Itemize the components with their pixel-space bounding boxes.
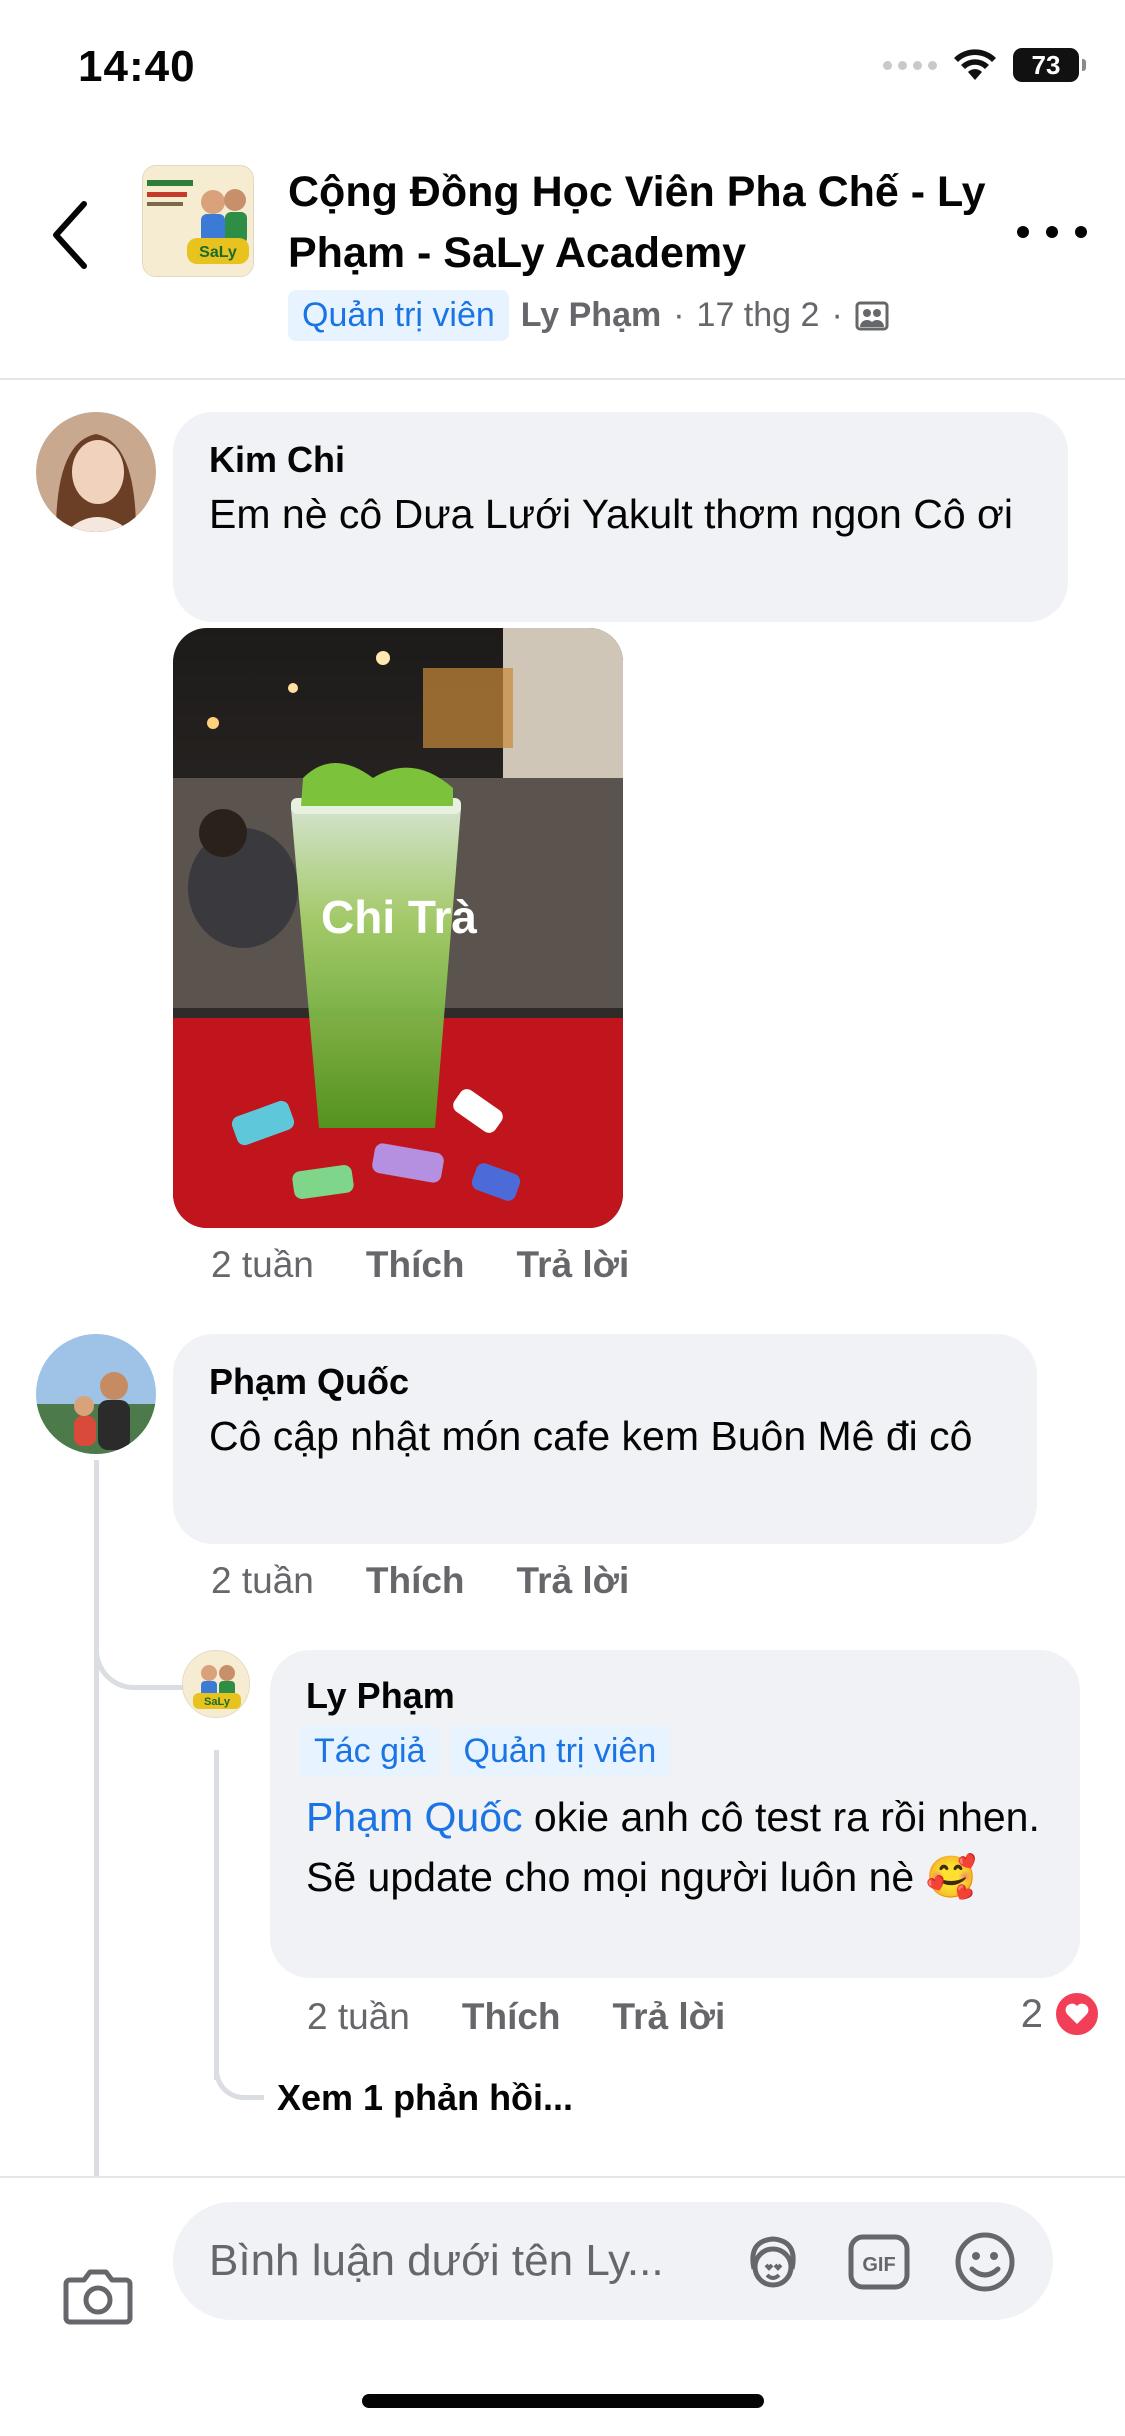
svg-text:GIF: GIF [862,2254,895,2276]
avatar-sticker-icon [750,2236,796,2288]
back-button[interactable] [40,190,100,280]
camera-button[interactable] [60,2258,136,2334]
comment-author[interactable]: Phạm Quốc [209,1358,1001,1406]
post-author[interactable]: Ly Phạm [521,296,661,335]
camera-icon [63,2269,133,2325]
comment-photo[interactable]: Chi Trà [173,628,623,1228]
status-bar: 14:40 73 [0,0,1125,140]
meta-separator: · [831,296,843,334]
reply-button[interactable]: Trả lời [613,1996,726,2038]
post-date[interactable]: 17 thg 2 [697,296,820,335]
svg-text:SaLy: SaLy [204,1696,231,1708]
home-indicator [362,2394,764,2408]
avatar[interactable] [36,412,156,532]
post-meta: Quản trị viên Ly Phạm · 17 thg 2 · [288,290,889,341]
comment-bubble: Phạm Quốc Cô cập nhật món cafe kem Buôn … [173,1334,1037,1544]
meta-separator: · [673,296,685,334]
thread-line [94,1460,99,2180]
comment-bubble: Kim Chi Em nè cô Dưa Lưới Yakult thơm ng… [173,412,1068,622]
post-header: SaLy Cộng Đồng Học Viên Pha Chế - Ly Phạ… [0,140,1125,380]
admin-badge: Quản trị viên [449,1726,671,1777]
avatar-sticker-button[interactable] [739,2228,807,2296]
cellular-signal-icon [883,60,937,70]
avatar[interactable]: SaLy [182,1650,250,1718]
like-button[interactable]: Thích [462,1996,561,2038]
mention-link[interactable]: Phạm Quốc [306,1794,523,1840]
comment-actions: 2 tuần Thích Trả lời [211,1560,629,1602]
avatar-image [36,1334,156,1454]
reaction-summary[interactable]: 2 [1021,1990,1101,2038]
composer-icons: GIF [739,2228,1019,2296]
reply-button[interactable]: Trả lời [517,1244,630,1286]
group-privacy-icon [855,301,889,330]
comment-time[interactable]: 2 tuần [211,1244,314,1286]
comment-text: Cô cập nhật món cafe kem Buôn Mê đi cô [209,1413,973,1459]
reply-thread-connector [214,2040,264,2100]
avatar-image: SaLy [183,1651,249,1717]
comment-text: Em nè cô Dưa Lưới Yakult thơm ngon Cô ơi [209,491,1014,537]
reply-time[interactable]: 2 tuần [307,1996,410,2038]
comment-input-placeholder: Bình luận dưới tên Ly... [209,2236,664,2285]
svg-text:Chi Trà: Chi Trà [321,891,477,943]
see-replies-link[interactable]: Xem 1 phản hồi... [277,2077,573,2119]
group-title[interactable]: Cộng Đồng Học Viên Pha Chế - Ly Phạm - S… [288,162,988,284]
chevron-left-icon [53,201,87,269]
reply-thread-line [214,1750,219,2080]
comment-author[interactable]: Kim Chi [209,436,1032,484]
more-options-button[interactable] [1017,212,1087,252]
heart-icon [1053,1990,1101,2038]
reply-button[interactable]: Trả lời [517,1560,630,1602]
comment-composer: Bình luận dưới tên Ly... GIF [0,2176,1125,2436]
group-logo-image: SaLy [143,166,253,276]
reply-bubble: Ly Phạm Tác giả Quản trị viên Phạm Quốc … [270,1650,1080,1978]
status-icons: 73 [883,48,1086,82]
gif-icon: GIF [848,2234,910,2290]
group-avatar[interactable]: SaLy [142,165,254,277]
avatar[interactable] [36,1334,156,1454]
emoji-button[interactable] [951,2228,1019,2296]
battery-icon: 73 [1013,48,1086,82]
reply-author[interactable]: Ly Phạm [306,1672,1044,1720]
drink-photo-image: Chi Trà [173,628,623,1228]
thread-connector [94,1600,184,1690]
comment-input[interactable]: Bình luận dưới tên Ly... GIF [173,2202,1053,2320]
emoji-icon [955,2232,1015,2292]
avatar-image [36,412,156,532]
like-button[interactable]: Thích [366,1244,465,1286]
comment-time[interactable]: 2 tuần [211,1560,314,1602]
admin-badge: Quản trị viên [288,290,509,341]
gif-button[interactable]: GIF [845,2228,913,2296]
reply-text: Phạm Quốc okie anh cô test ra rồi nhen. … [306,1787,1044,1907]
svg-text:SaLy: SaLy [199,244,237,261]
reply-actions: 2 tuần Thích Trả lời [307,1996,725,2038]
wifi-icon [954,49,996,80]
reply-badges: Tác giả Quản trị viên [300,1726,1044,1777]
like-button[interactable]: Thích [366,1560,465,1602]
reaction-count: 2 [1020,1991,1043,2036]
author-badge: Tác giả [300,1726,440,1777]
comment-actions: 2 tuần Thích Trả lời [211,1244,629,1286]
status-time: 14:40 [78,42,196,91]
